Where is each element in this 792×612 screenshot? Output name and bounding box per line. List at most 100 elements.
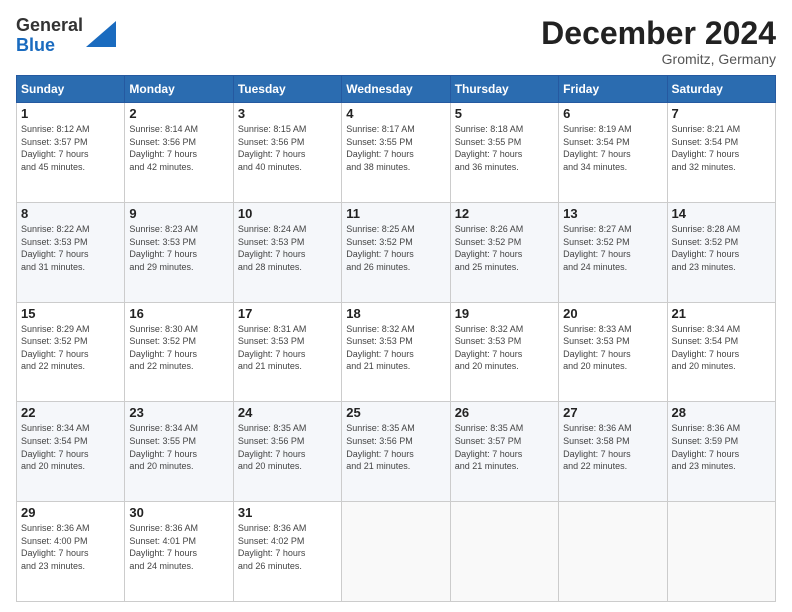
day-number: 3 — [238, 106, 337, 121]
title-area: December 2024 Gromitz, Germany — [541, 16, 776, 67]
header: General Blue December 2024 Gromitz, Germ… — [16, 16, 776, 67]
calendar-cell: 24 Sunrise: 8:35 AMSunset: 3:56 PMDayligh… — [233, 402, 341, 502]
header-row: SundayMondayTuesdayWednesdayThursdayFrid… — [17, 76, 776, 103]
day-number: 21 — [672, 306, 771, 321]
day-number: 27 — [563, 405, 662, 420]
calendar-cell: 25 Sunrise: 8:35 AMSunset: 3:56 PMDayligh… — [342, 402, 450, 502]
day-number: 13 — [563, 206, 662, 221]
cell-info: Sunrise: 8:29 AMSunset: 3:52 PMDaylight:… — [21, 323, 120, 373]
calendar-cell: 19 Sunrise: 8:32 AMSunset: 3:53 PMDayligh… — [450, 302, 558, 402]
week-row-5: 29Sunrise: 8:36 AMSunset: 4:00 PMDayligh… — [17, 502, 776, 602]
col-header-saturday: Saturday — [667, 76, 775, 103]
day-number: 30 — [129, 505, 228, 520]
day-number: 28 — [672, 405, 771, 420]
col-header-monday: Monday — [125, 76, 233, 103]
day-number: 23 — [129, 405, 228, 420]
cell-info: Sunrise: 8:27 AMSunset: 3:52 PMDaylight:… — [563, 223, 662, 273]
day-number: 7 — [672, 106, 771, 121]
calendar-cell: 8Sunrise: 8:22 AMSunset: 3:53 PMDaylight… — [17, 202, 125, 302]
calendar-cell — [559, 502, 667, 602]
day-number: 5 — [455, 106, 554, 121]
calendar-cell: 5Sunrise: 8:18 AMSunset: 3:55 PMDaylight… — [450, 103, 558, 203]
logo: General Blue — [16, 16, 116, 56]
day-number: 19 — [455, 306, 554, 321]
week-row-3: 15 Sunrise: 8:29 AMSunset: 3:52 PMDayligh… — [17, 302, 776, 402]
cell-info: Sunrise: 8:14 AMSunset: 3:56 PMDaylight:… — [129, 123, 228, 173]
calendar-cell: 3 Sunrise: 8:15 AMSunset: 3:56 PMDaylight… — [233, 103, 341, 203]
calendar-cell: 20Sunrise: 8:33 AMSunset: 3:53 PMDayligh… — [559, 302, 667, 402]
cell-info: Sunrise: 8:36 AMSunset: 4:01 PMDaylight:… — [129, 522, 228, 572]
week-row-4: 22Sunrise: 8:34 AMSunset: 3:54 PMDayligh… — [17, 402, 776, 502]
day-number: 18 — [346, 306, 445, 321]
calendar-cell: 6 Sunrise: 8:19 AMSunset: 3:54 PMDaylight… — [559, 103, 667, 203]
col-header-wednesday: Wednesday — [342, 76, 450, 103]
calendar-cell: 22Sunrise: 8:34 AMSunset: 3:54 PMDayligh… — [17, 402, 125, 502]
cell-info: Sunrise: 8:19 AMSunset: 3:54 PMDaylight:… — [563, 123, 662, 173]
calendar-cell: 16 Sunrise: 8:30 AMSunset: 3:52 PMDayligh… — [125, 302, 233, 402]
logo-icon — [86, 21, 116, 47]
cell-info: Sunrise: 8:31 AMSunset: 3:53 PMDaylight:… — [238, 323, 337, 373]
calendar-cell: 26Sunrise: 8:35 AMSunset: 3:57 PMDayligh… — [450, 402, 558, 502]
month-title: December 2024 — [541, 16, 776, 51]
calendar-cell — [667, 502, 775, 602]
location: Gromitz, Germany — [541, 51, 776, 67]
calendar-cell — [450, 502, 558, 602]
week-row-2: 8Sunrise: 8:22 AMSunset: 3:53 PMDaylight… — [17, 202, 776, 302]
cell-info: Sunrise: 8:32 AMSunset: 3:53 PMDaylight:… — [346, 323, 445, 373]
day-number: 15 — [21, 306, 120, 321]
cell-info: Sunrise: 8:36 AMSunset: 3:59 PMDaylight:… — [672, 422, 771, 472]
week-row-1: 1Sunrise: 8:12 AMSunset: 3:57 PMDaylight… — [17, 103, 776, 203]
calendar-cell: 31Sunrise: 8:36 AMSunset: 4:02 PMDayligh… — [233, 502, 341, 602]
col-header-sunday: Sunday — [17, 76, 125, 103]
cell-info: Sunrise: 8:35 AMSunset: 3:56 PMDaylight:… — [238, 422, 337, 472]
day-number: 12 — [455, 206, 554, 221]
calendar-cell: 28 Sunrise: 8:36 AMSunset: 3:59 PMDayligh… — [667, 402, 775, 502]
col-header-friday: Friday — [559, 76, 667, 103]
day-number: 10 — [238, 206, 337, 221]
cell-info: Sunrise: 8:33 AMSunset: 3:53 PMDaylight:… — [563, 323, 662, 373]
cell-info: Sunrise: 8:26 AMSunset: 3:52 PMDaylight:… — [455, 223, 554, 273]
cell-info: Sunrise: 8:30 AMSunset: 3:52 PMDaylight:… — [129, 323, 228, 373]
calendar-cell: 15 Sunrise: 8:29 AMSunset: 3:52 PMDayligh… — [17, 302, 125, 402]
cell-info: Sunrise: 8:23 AMSunset: 3:53 PMDaylight:… — [129, 223, 228, 273]
day-number: 2 — [129, 106, 228, 121]
calendar-cell: 1Sunrise: 8:12 AMSunset: 3:57 PMDaylight… — [17, 103, 125, 203]
day-number: 25 — [346, 405, 445, 420]
logo-text: General Blue — [16, 16, 83, 56]
calendar-cell: 14Sunrise: 8:28 AMSunset: 3:52 PMDayligh… — [667, 202, 775, 302]
page: General Blue December 2024 Gromitz, Germ… — [0, 0, 792, 612]
cell-info: Sunrise: 8:15 AMSunset: 3:56 PMDaylight:… — [238, 123, 337, 173]
calendar-cell: 12 Sunrise: 8:26 AMSunset: 3:52 PMDayligh… — [450, 202, 558, 302]
cell-info: Sunrise: 8:17 AMSunset: 3:55 PMDaylight:… — [346, 123, 445, 173]
day-number: 9 — [129, 206, 228, 221]
cell-info: Sunrise: 8:34 AMSunset: 3:54 PMDaylight:… — [672, 323, 771, 373]
calendar-cell: 18 Sunrise: 8:32 AMSunset: 3:53 PMDayligh… — [342, 302, 450, 402]
day-number: 1 — [21, 106, 120, 121]
col-header-thursday: Thursday — [450, 76, 558, 103]
calendar-cell: 21 Sunrise: 8:34 AMSunset: 3:54 PMDayligh… — [667, 302, 775, 402]
calendar-cell: 11 Sunrise: 8:25 AMSunset: 3:52 PMDayligh… — [342, 202, 450, 302]
day-number: 31 — [238, 505, 337, 520]
calendar-cell: 2 Sunrise: 8:14 AMSunset: 3:56 PMDaylight… — [125, 103, 233, 203]
calendar-cell — [342, 502, 450, 602]
calendar-cell: 7 Sunrise: 8:21 AMSunset: 3:54 PMDaylight… — [667, 103, 775, 203]
calendar-cell: 4 Sunrise: 8:17 AMSunset: 3:55 PMDaylight… — [342, 103, 450, 203]
day-number: 26 — [455, 405, 554, 420]
calendar-cell: 10Sunrise: 8:24 AMSunset: 3:53 PMDayligh… — [233, 202, 341, 302]
cell-info: Sunrise: 8:25 AMSunset: 3:52 PMDaylight:… — [346, 223, 445, 273]
calendar-cell: 13 Sunrise: 8:27 AMSunset: 3:52 PMDayligh… — [559, 202, 667, 302]
day-number: 24 — [238, 405, 337, 420]
calendar-cell: 23Sunrise: 8:34 AMSunset: 3:55 PMDayligh… — [125, 402, 233, 502]
day-number: 17 — [238, 306, 337, 321]
calendar-cell: 27Sunrise: 8:36 AMSunset: 3:58 PMDayligh… — [559, 402, 667, 502]
day-number: 4 — [346, 106, 445, 121]
day-number: 6 — [563, 106, 662, 121]
cell-info: Sunrise: 8:21 AMSunset: 3:54 PMDaylight:… — [672, 123, 771, 173]
day-number: 11 — [346, 206, 445, 221]
cell-info: Sunrise: 8:32 AMSunset: 3:53 PMDaylight:… — [455, 323, 554, 373]
cell-info: Sunrise: 8:36 AMSunset: 4:00 PMDaylight:… — [21, 522, 120, 572]
cell-info: Sunrise: 8:35 AMSunset: 3:56 PMDaylight:… — [346, 422, 445, 472]
calendar-cell: 30 Sunrise: 8:36 AMSunset: 4:01 PMDayligh… — [125, 502, 233, 602]
day-number: 16 — [129, 306, 228, 321]
calendar-cell: 17 Sunrise: 8:31 AMSunset: 3:53 PMDayligh… — [233, 302, 341, 402]
